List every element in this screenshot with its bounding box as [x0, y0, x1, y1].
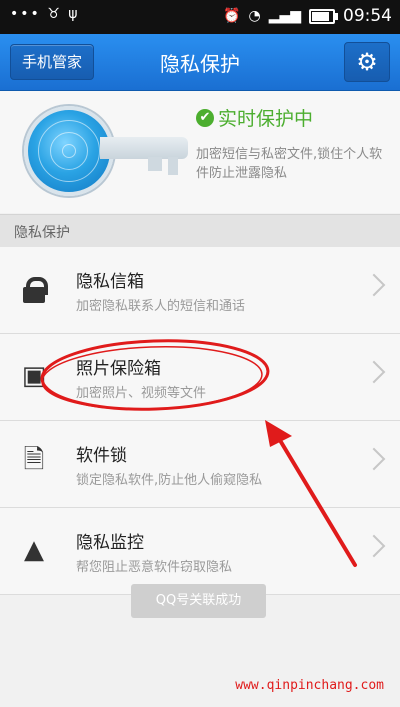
list-item-private-inbox[interactable]: 隐私信箱 加密隐私联系人的短信和通话	[0, 247, 400, 334]
status-bar: ••• ♉ ψ ⏰ ◔ ▂▄▆ 09:54	[0, 0, 400, 34]
chevron-right-icon	[362, 360, 386, 384]
check-icon: ✔	[196, 108, 214, 127]
list-item-subtitle: 锁定隐私软件,防止他人偷窥隐私	[76, 473, 263, 488]
photo-safe-icon: ▣	[21, 361, 47, 391]
protection-status: 实时保护中	[218, 108, 314, 130]
list-item-title: 隐私监控	[76, 533, 144, 553]
alarm-icon: ⏰	[223, 8, 241, 24]
protection-status-card: ✔ 实时保护中 加密短信与私密文件,锁住个人软件防止泄露隐私	[0, 91, 400, 213]
chevron-right-icon	[362, 273, 386, 297]
list-item-title: 隐私信箱	[76, 272, 144, 292]
list-item-title: 照片保险箱	[76, 359, 161, 379]
key-icon	[100, 137, 188, 159]
protection-description: 加密短信与私密文件,锁住个人软件防止泄露隐私	[196, 147, 383, 181]
chevron-right-icon	[362, 534, 386, 558]
lock-icon	[16, 271, 52, 307]
gear-icon: ⚙	[356, 48, 378, 76]
list-item-app-lock[interactable]: 🗎 软件锁 锁定隐私软件,防止他人偷窥隐私	[0, 421, 400, 508]
list-item-subtitle: 加密照片、视频等文件	[76, 386, 207, 401]
monitor-icon: ▲	[24, 535, 44, 565]
chevron-right-icon	[362, 447, 386, 471]
list-item-title: 软件锁	[76, 446, 127, 466]
wifi-icon: ◔	[248, 8, 261, 24]
section-header: 隐私保护	[0, 214, 400, 248]
signal-icon: ▂▄▆	[268, 8, 301, 24]
toast-message: QQ号关联成功	[131, 584, 266, 618]
list-item-photo-safe[interactable]: ▣ 照片保险箱 加密照片、视频等文件	[0, 334, 400, 421]
list-item-privacy-monitor[interactable]: ▲ 隐私监控 帮您阻止恶意软件窃取隐私	[0, 508, 400, 595]
settings-button[interactable]: ⚙	[344, 42, 390, 82]
notification-icons: ••• ♉ ψ	[10, 6, 80, 22]
list-item-subtitle: 帮您阻止恶意软件窃取隐私	[76, 560, 233, 575]
page-title: 隐私保护	[160, 52, 240, 76]
battery-icon	[309, 8, 338, 24]
clock: 09:54	[343, 6, 392, 26]
app-lock-icon: 🗎	[23, 445, 45, 475]
section-label: 隐私保护	[14, 225, 70, 241]
app-header: 手机管家 隐私保护 ⚙	[0, 34, 400, 91]
watermark: www.qinpinchang.com	[235, 678, 384, 693]
list-item-subtitle: 加密隐私联系人的短信和通话	[76, 299, 246, 314]
